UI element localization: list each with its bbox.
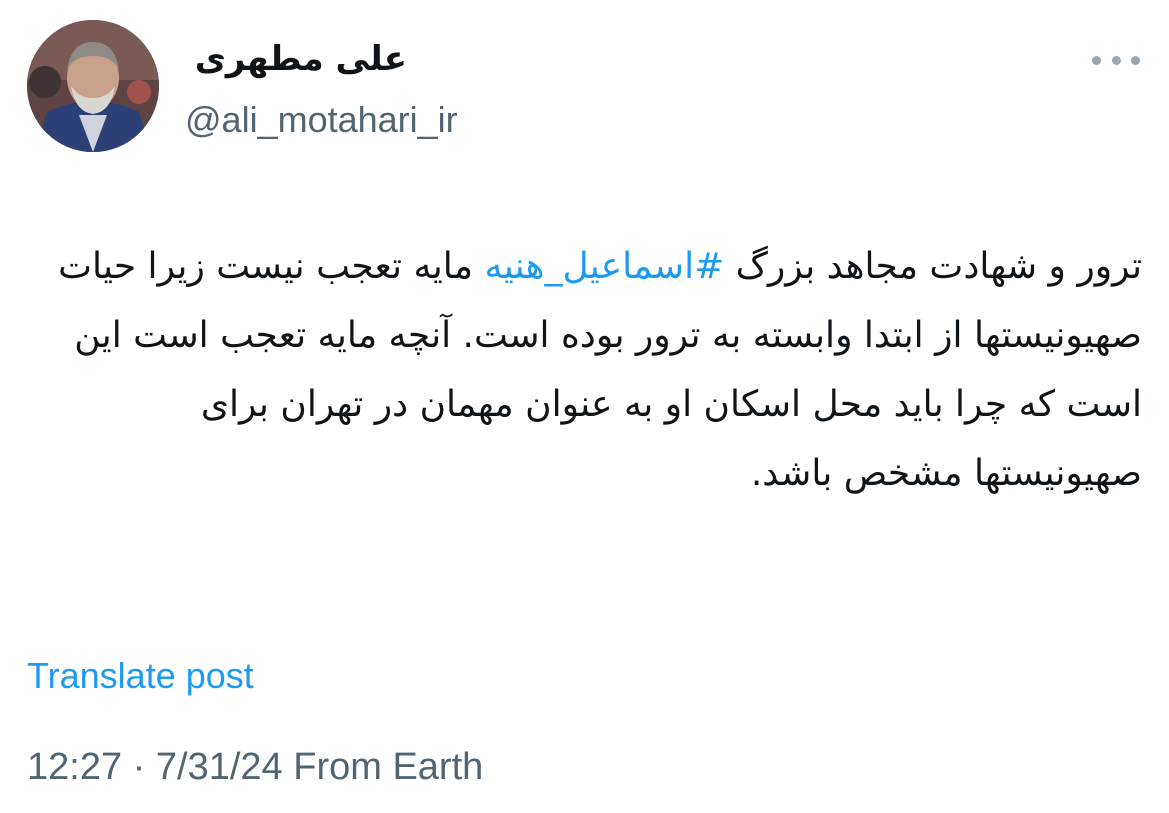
avatar[interactable] [27, 20, 159, 152]
more-dot [1131, 55, 1140, 65]
post-time[interactable]: 12:27 [27, 746, 122, 788]
post-metadata: 12:27 · 7/31/24 From Earth [27, 743, 483, 791]
author-handle[interactable]: @ali_motahari_ir [185, 98, 605, 142]
avatar-image [27, 20, 159, 152]
more-options-icon[interactable] [1092, 48, 1140, 72]
author-info[interactable]: علی مطهری @ali_motahari_ir [185, 34, 605, 142]
translate-post-link[interactable]: Translate post [27, 652, 254, 700]
author-display-name[interactable]: علی مطهری [185, 34, 407, 84]
post-date[interactable]: 7/31/24 [156, 746, 283, 788]
tweet-card: علی مطهری @ali_motahari_ir ترور و شهادت … [0, 0, 1169, 813]
post-text-before: ترور و شهادت مجاهد بزرگ [724, 246, 1142, 287]
post-source: From Earth [282, 746, 484, 788]
more-dot [1092, 55, 1101, 65]
more-dot [1111, 55, 1121, 65]
post-text: ترور و شهادت مجاهد بزرگ #اسماعیل_هنیه ما… [30, 232, 1142, 508]
meta-separator: · [122, 746, 156, 788]
hashtag-link[interactable]: #اسماعیل_هنیه [485, 246, 725, 287]
